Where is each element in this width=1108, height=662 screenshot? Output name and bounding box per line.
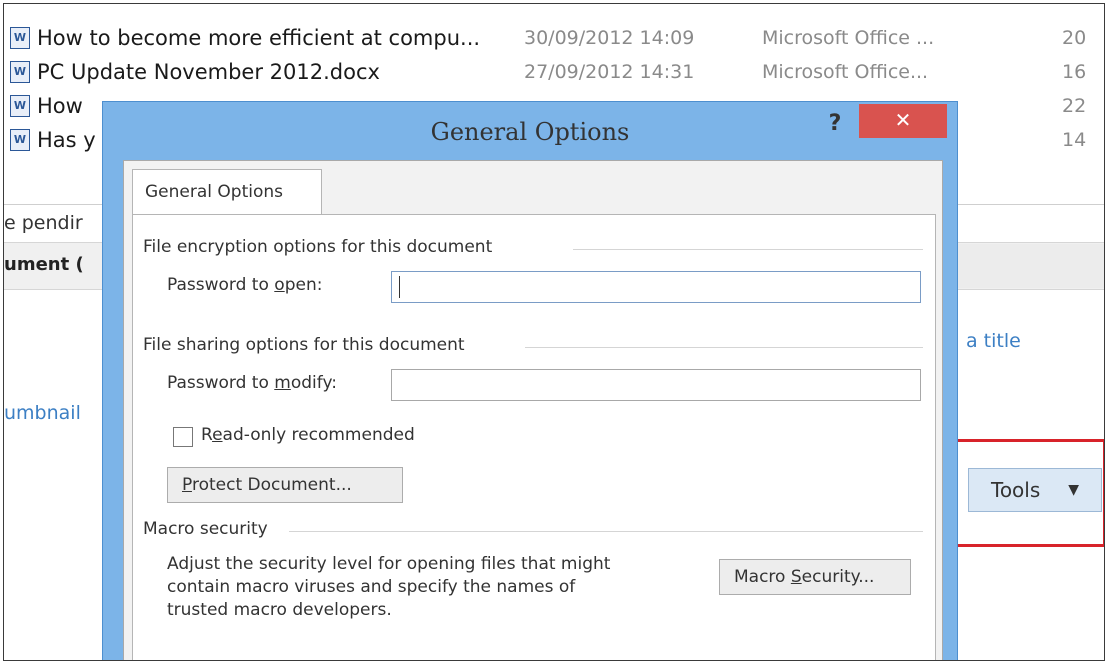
password-open-label: Password to open: bbox=[167, 275, 323, 295]
add-title-link[interactable]: a title bbox=[966, 330, 1021, 352]
macro-description: Adjust the security level for opening fi… bbox=[167, 553, 610, 622]
help-button[interactable]: ? bbox=[819, 108, 851, 140]
close-button[interactable]: ✕ bbox=[859, 104, 947, 138]
group-divider bbox=[525, 347, 923, 348]
password-modify-input[interactable] bbox=[391, 369, 921, 401]
file-size: 14 bbox=[1062, 129, 1087, 151]
readonly-checkbox[interactable] bbox=[173, 427, 193, 447]
thumbnail-link[interactable]: umbnail bbox=[4, 402, 81, 424]
word-document-icon: W bbox=[10, 27, 30, 49]
macro-security-button[interactable]: Macro Security... bbox=[719, 559, 911, 595]
file-size: 20 bbox=[1062, 27, 1087, 49]
close-icon: ✕ bbox=[894, 108, 912, 132]
general-options-dialog: General Options ? ✕ General Options File… bbox=[102, 101, 958, 660]
file-type: Microsoft Office ... bbox=[762, 27, 935, 49]
file-size: 22 bbox=[1062, 95, 1087, 117]
document-text: ument ( bbox=[4, 254, 84, 275]
word-document-icon: W bbox=[10, 95, 30, 117]
file-row[interactable]: W PC Update November 2012.docx 27/09/201… bbox=[4, 56, 1104, 90]
group-divider bbox=[289, 531, 923, 532]
tools-label: Tools bbox=[991, 478, 1041, 502]
readonly-label[interactable]: Read-only recommended bbox=[201, 425, 415, 445]
file-name: PC Update November 2012.docx bbox=[37, 60, 380, 84]
macro-text-line: trusted macro developers. bbox=[167, 600, 392, 620]
file-row[interactable]: W How to become more efficient at compu.… bbox=[4, 22, 1104, 56]
screenshot-frame: W How to become more efficient at compu.… bbox=[3, 3, 1105, 661]
text-caret bbox=[399, 276, 400, 298]
file-name: Has y bbox=[37, 128, 96, 152]
tools-dropdown-button[interactable]: Tools ▼ bbox=[968, 468, 1102, 512]
macro-text-line: contain macro viruses and specify the na… bbox=[167, 577, 576, 597]
sharing-group-title: File sharing options for this document bbox=[143, 335, 465, 355]
dialog-client-area: General Options File encryption options … bbox=[123, 160, 943, 660]
file-size: 16 bbox=[1062, 61, 1087, 83]
protect-document-button[interactable]: Protect Document... bbox=[167, 467, 403, 503]
word-document-icon: W bbox=[10, 61, 30, 83]
macro-text-line: Adjust the security level for opening fi… bbox=[167, 554, 611, 574]
dialog-titlebar[interactable]: General Options ? ✕ bbox=[103, 102, 957, 162]
password-open-input[interactable] bbox=[391, 271, 921, 303]
file-type: Microsoft Office... bbox=[762, 61, 929, 83]
file-name: How to become more efficient at compu... bbox=[37, 26, 481, 50]
tab-general-options[interactable]: General Options bbox=[132, 169, 322, 215]
encryption-group-title: File encryption options for this documen… bbox=[143, 237, 493, 257]
file-date: 30/09/2012 14:09 bbox=[524, 27, 695, 49]
right-pane-bar bbox=[956, 244, 1104, 288]
file-date: 27/09/2012 14:31 bbox=[524, 61, 695, 83]
chevron-down-icon: ▼ bbox=[1068, 482, 1080, 498]
general-options-panel: File encryption options for this documen… bbox=[132, 214, 936, 660]
pending-text: e pendir bbox=[4, 212, 83, 234]
file-name: How bbox=[37, 94, 83, 118]
password-modify-label: Password to modify: bbox=[167, 373, 337, 393]
word-document-icon: W bbox=[10, 129, 30, 151]
macro-group-title: Macro security bbox=[143, 519, 268, 539]
group-divider bbox=[573, 249, 923, 250]
